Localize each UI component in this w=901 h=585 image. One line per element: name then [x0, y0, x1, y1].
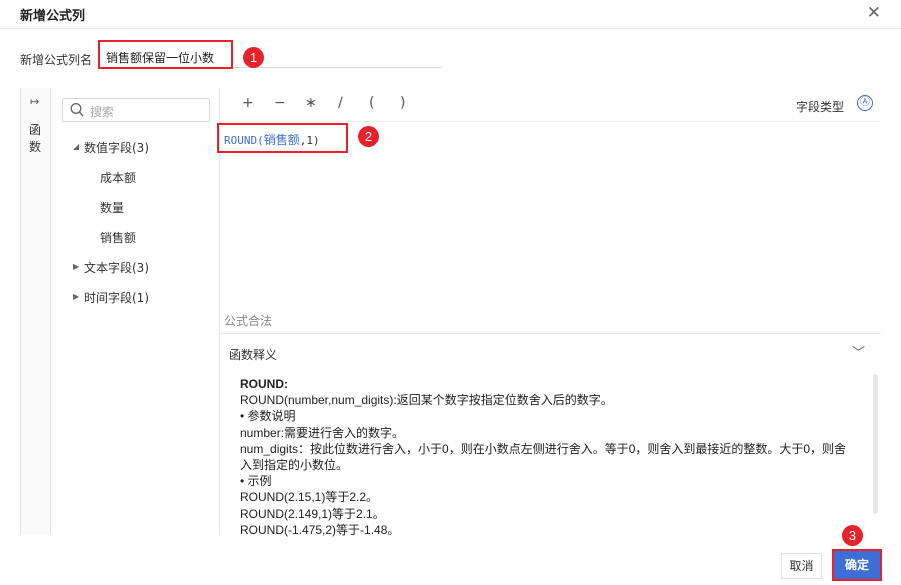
operator-toolbar: + − ∗ / ( ) 字段类型 Ⓐ	[220, 88, 881, 122]
collapsed-triangle-icon[interactable]: ▶	[73, 292, 79, 301]
divide-operator-button[interactable]: /	[338, 95, 343, 111]
explanation-line: number:需要进行舍入的数字。	[240, 425, 405, 440]
minus-operator-button[interactable]: −	[274, 95, 286, 111]
close-icon[interactable]: ✕	[867, 3, 881, 23]
explanation-line: • 示例	[240, 474, 272, 489]
tree-group-time[interactable]: 时间字段(1)	[84, 289, 149, 306]
annotation-box-2	[217, 123, 348, 153]
search-icon	[70, 103, 84, 117]
plus-operator-button[interactable]: +	[242, 95, 254, 111]
multiply-operator-button[interactable]: ∗	[305, 95, 317, 111]
explanation-line: 入到指定的小数位。	[240, 458, 349, 473]
field-type-label[interactable]: 字段类型	[796, 98, 844, 115]
tree-item-sales[interactable]: 销售额	[100, 229, 136, 246]
column-name-label: 新增公式列名	[20, 53, 93, 67]
explanation-line: ROUND(number,num_digits):返回某个数字按指定位数舍入后的…	[240, 393, 613, 408]
field-type-icon[interactable]: Ⓐ	[857, 95, 873, 111]
tree-group-numeric[interactable]: 数值字段(3)	[84, 139, 149, 156]
explanation-text: ROUND: ROUND(number,num_digits):返回某个数字按指…	[240, 376, 852, 538]
explanation-line: ROUND(2.15,1)等于2.2。	[240, 490, 379, 505]
field-tree-panel: 搜索 ◢ 数值字段(3) 成本额 数量 销售额 ▶ 文本字段(3) ▶ 时间字段…	[51, 88, 220, 534]
right-paren-button[interactable]: )	[400, 95, 405, 111]
chevron-down-icon[interactable]: ﹀	[852, 342, 865, 361]
explanation-scrollbar[interactable]	[873, 374, 878, 514]
cancel-button[interactable]: 取消	[781, 553, 822, 579]
explanation-line: num_digits：按此位数进行舍入，小于0，则在小数点左侧进行舍入。等于0，…	[240, 441, 847, 456]
tree-item-cost[interactable]: 成本额	[100, 169, 136, 186]
formula-editor[interactable]: + − ∗ / ( ) 字段类型 Ⓐ ROUND(销售额,1) 公式合法 函数释…	[220, 88, 881, 537]
search-placeholder: 搜索	[90, 105, 115, 119]
expand-arrow-icon[interactable]: ↦	[30, 95, 39, 108]
tree-group-text[interactable]: 文本字段(3)	[84, 259, 149, 276]
left-paren-button[interactable]: (	[369, 95, 374, 111]
function-explanation-panel: 函数释义 ﹀ ROUND: ROUND(number,num_digits):返…	[220, 333, 881, 537]
explanation-line: ROUND(-1.475,2)等于-1.48。	[240, 522, 400, 537]
annotation-box-1	[98, 40, 233, 69]
dialog-title: 新增公式列	[20, 9, 86, 24]
explanation-header[interactable]: 函数释义	[229, 346, 277, 363]
search-input[interactable]: 搜索	[62, 98, 210, 122]
expanded-triangle-icon[interactable]: ◢	[73, 142, 79, 151]
annotation-badge-1: 1	[243, 47, 264, 68]
annotation-badge-3: 3	[842, 525, 863, 546]
function-side-rail[interactable]: ↦ 函数	[20, 88, 51, 534]
confirm-button[interactable]: 确定	[834, 551, 880, 579]
collapsed-triangle-icon[interactable]: ▶	[73, 262, 79, 271]
function-rail-label: 函数	[29, 123, 42, 154]
tree-item-quantity[interactable]: 数量	[100, 199, 124, 216]
explanation-line: ROUND(2.149,1)等于2.1。	[240, 506, 385, 521]
formula-valid-status: 公式合法	[224, 314, 273, 328]
annotation-badge-2: 2	[358, 126, 379, 147]
dialog-titlebar: 新增公式列 ✕	[0, 0, 901, 29]
explanation-line: ROUND:	[240, 377, 288, 391]
explanation-line: • 参数说明	[240, 409, 296, 424]
